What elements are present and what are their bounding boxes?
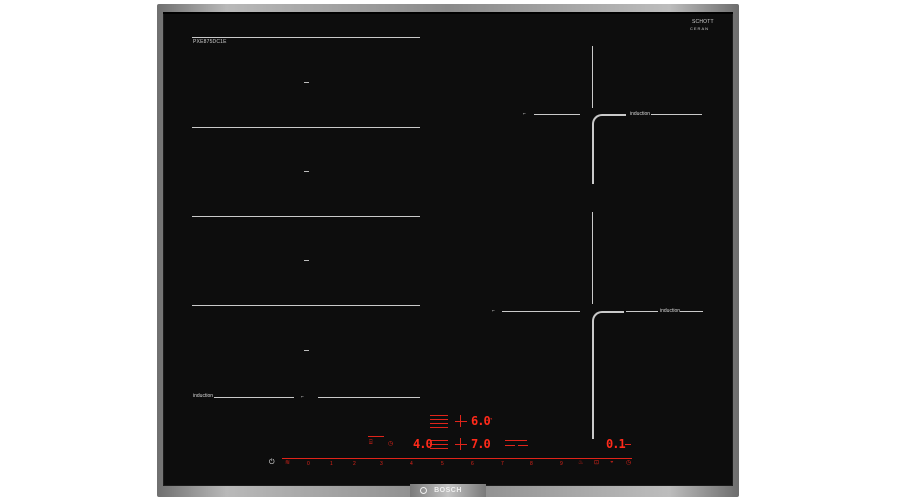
left-zone-marker-2 bbox=[304, 171, 309, 172]
right-bottom-zone-vertical-line bbox=[592, 212, 593, 304]
power-display-mid: 7.0 bbox=[471, 437, 491, 451]
glass-brand-bottom: CERAN bbox=[690, 26, 710, 31]
plus-icon-bottom-h[interactable] bbox=[455, 444, 467, 445]
right-bottom-zone-induction-label: induction bbox=[660, 308, 681, 314]
plus-icon-top-v[interactable] bbox=[460, 415, 461, 427]
keep-warm-icon[interactable]: ♨ bbox=[578, 459, 583, 466]
scale-6[interactable]: 6 bbox=[471, 461, 474, 467]
left-zone-divider-3 bbox=[192, 305, 420, 306]
clock-icon[interactable]: ◷ bbox=[626, 459, 631, 466]
glass-brand-top: SCHOTT bbox=[692, 19, 714, 25]
zone-select-bar-2[interactable] bbox=[430, 419, 448, 420]
brand-name: BOSCH bbox=[434, 487, 462, 494]
left-zone-bottom-line-1 bbox=[214, 397, 294, 398]
frying-sensor-icon[interactable]: ⊡ bbox=[594, 459, 599, 466]
right-top-zone-right-line bbox=[651, 114, 702, 115]
scale-2[interactable]: 2 bbox=[353, 461, 356, 467]
right-bottom-zone-right-line bbox=[680, 311, 703, 312]
left-zone-top-line bbox=[192, 37, 420, 38]
scale-9[interactable]: 9 bbox=[560, 461, 563, 467]
zone-select-bar-1[interactable] bbox=[430, 415, 448, 416]
glass-top-edge bbox=[163, 12, 733, 14]
right-top-zone-left-line bbox=[534, 114, 580, 115]
scale-7[interactable]: 7 bbox=[501, 461, 504, 467]
stopwatch-icon[interactable]: ◷ bbox=[388, 440, 393, 447]
scale-1[interactable]: 1 bbox=[330, 461, 333, 467]
zone-select-bar-3[interactable] bbox=[430, 423, 448, 424]
cooking-sensor-icon[interactable]: ◒ bbox=[610, 459, 614, 465]
zone-select-bar-4[interactable] bbox=[430, 427, 448, 428]
scale-0[interactable]: 0 bbox=[307, 461, 310, 467]
right-top-zone-corner bbox=[592, 114, 626, 184]
control-bar-right-mid-b[interactable] bbox=[518, 445, 528, 446]
plus-icon-bottom-v[interactable] bbox=[460, 438, 461, 450]
zone-select-bar-7[interactable] bbox=[430, 448, 448, 449]
right-top-zone-flex-icon: ⌐ bbox=[523, 111, 527, 117]
scale-8[interactable]: 8 bbox=[530, 461, 533, 467]
control-bar-left bbox=[368, 436, 384, 437]
scale-3[interactable]: 3 bbox=[380, 461, 383, 467]
left-zone-divider-2 bbox=[192, 216, 420, 217]
control-bar-right-mid-a[interactable] bbox=[505, 445, 515, 446]
zone-select-bar-5[interactable] bbox=[430, 440, 448, 441]
right-top-zone-induction-label: induction bbox=[630, 111, 651, 117]
right-top-zone-vertical-line bbox=[592, 46, 593, 108]
zone-select-bar-6[interactable] bbox=[430, 444, 448, 445]
scale-4[interactable]: 4 bbox=[410, 461, 413, 467]
pan-icon[interactable]: ⌸ bbox=[369, 440, 373, 447]
right-display-dash bbox=[625, 444, 631, 445]
timer-icon: ◔ bbox=[489, 417, 493, 423]
left-zone-marker-1 bbox=[304, 82, 309, 83]
scale-5[interactable]: 5 bbox=[441, 461, 444, 467]
right-bottom-zone-flex-icon: ⌐ bbox=[492, 308, 496, 314]
left-zone-divider-1 bbox=[192, 127, 420, 128]
timer-display: 6.0 bbox=[471, 414, 491, 428]
left-zone-induction-label: induction bbox=[193, 393, 214, 399]
left-zone-flex-icon: ⌐ bbox=[301, 394, 305, 400]
right-bottom-zone-left-line bbox=[502, 311, 580, 312]
right-bottom-zone-corner bbox=[592, 311, 624, 439]
powerboost-icon[interactable]: ≋ bbox=[285, 459, 290, 466]
power-display-left: 4.0 bbox=[413, 437, 433, 451]
power-on-off-icon[interactable]: ⏻ bbox=[269, 459, 275, 467]
model-number: PXE875DC1E bbox=[193, 39, 227, 45]
control-bar-right-top[interactable] bbox=[505, 440, 527, 441]
right-display: 0.1 bbox=[606, 437, 626, 451]
left-zone-bottom-line-2 bbox=[318, 397, 420, 398]
left-zone-marker-3 bbox=[304, 260, 309, 261]
plus-icon-top-h[interactable] bbox=[455, 421, 467, 422]
ceramic-glass-surface bbox=[163, 12, 733, 486]
right-bottom-zone-mid-line bbox=[626, 311, 658, 312]
left-zone-marker-4 bbox=[304, 350, 309, 351]
